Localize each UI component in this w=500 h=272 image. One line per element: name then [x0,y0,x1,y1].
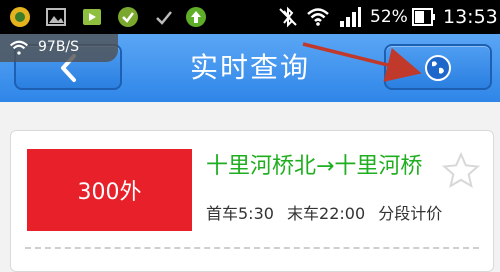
last-bus-time: 末车22:00 [287,204,366,223]
route-number-badge: 300外 [27,149,192,231]
route-card[interactable]: 300外 十里河桥北→十里河桥 首车5:30 末车22:00 分段计价 [10,130,494,272]
fare-type: 分段计价 [378,204,443,223]
favorite-star-icon[interactable] [441,151,481,191]
route-info: 首车5:30 末车22:00 分段计价 [206,203,450,225]
first-bus-time: 首车5:30 [206,204,274,223]
divider [25,247,479,249]
route-stops: 十里河桥北→十里河桥 [206,154,423,179]
